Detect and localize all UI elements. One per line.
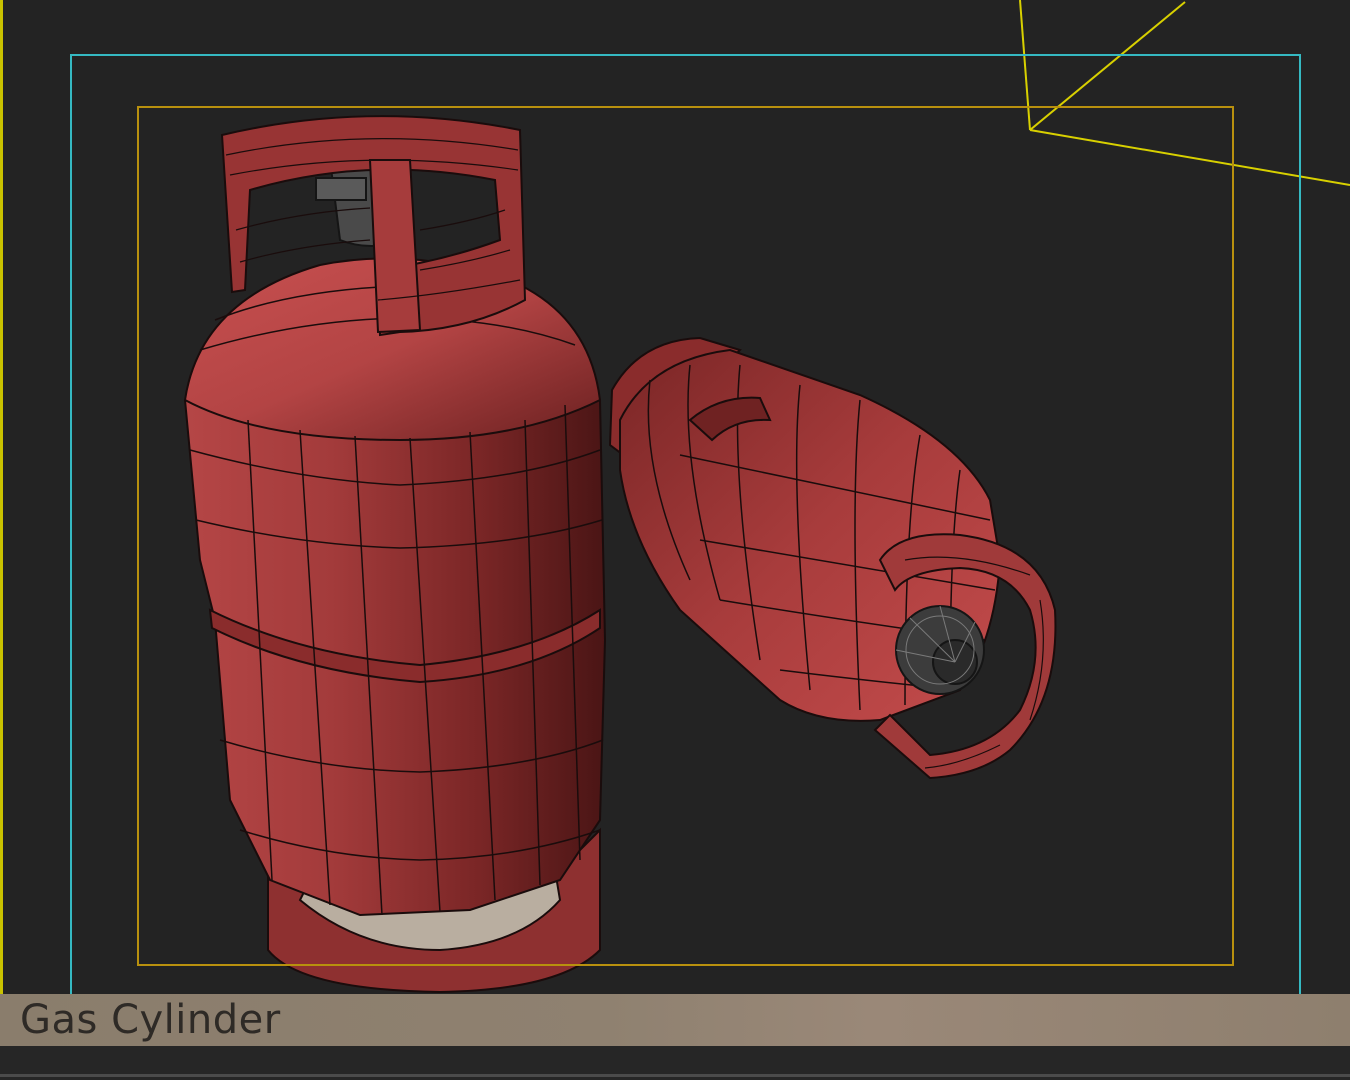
camera-gizmo[interactable] (1019, 0, 1350, 186)
viewport[interactable]: Gas Cylinder (0, 0, 1350, 1080)
bottom-divider (0, 1074, 1350, 1077)
gas-cylinder-upright[interactable] (183, 115, 607, 994)
viewport-scene[interactable] (0, 0, 1350, 1080)
caption-bar: Gas Cylinder (0, 994, 1350, 1046)
gas-cylinder-tilted[interactable] (608, 336, 1057, 780)
caption-title: Gas Cylinder (20, 997, 281, 1043)
